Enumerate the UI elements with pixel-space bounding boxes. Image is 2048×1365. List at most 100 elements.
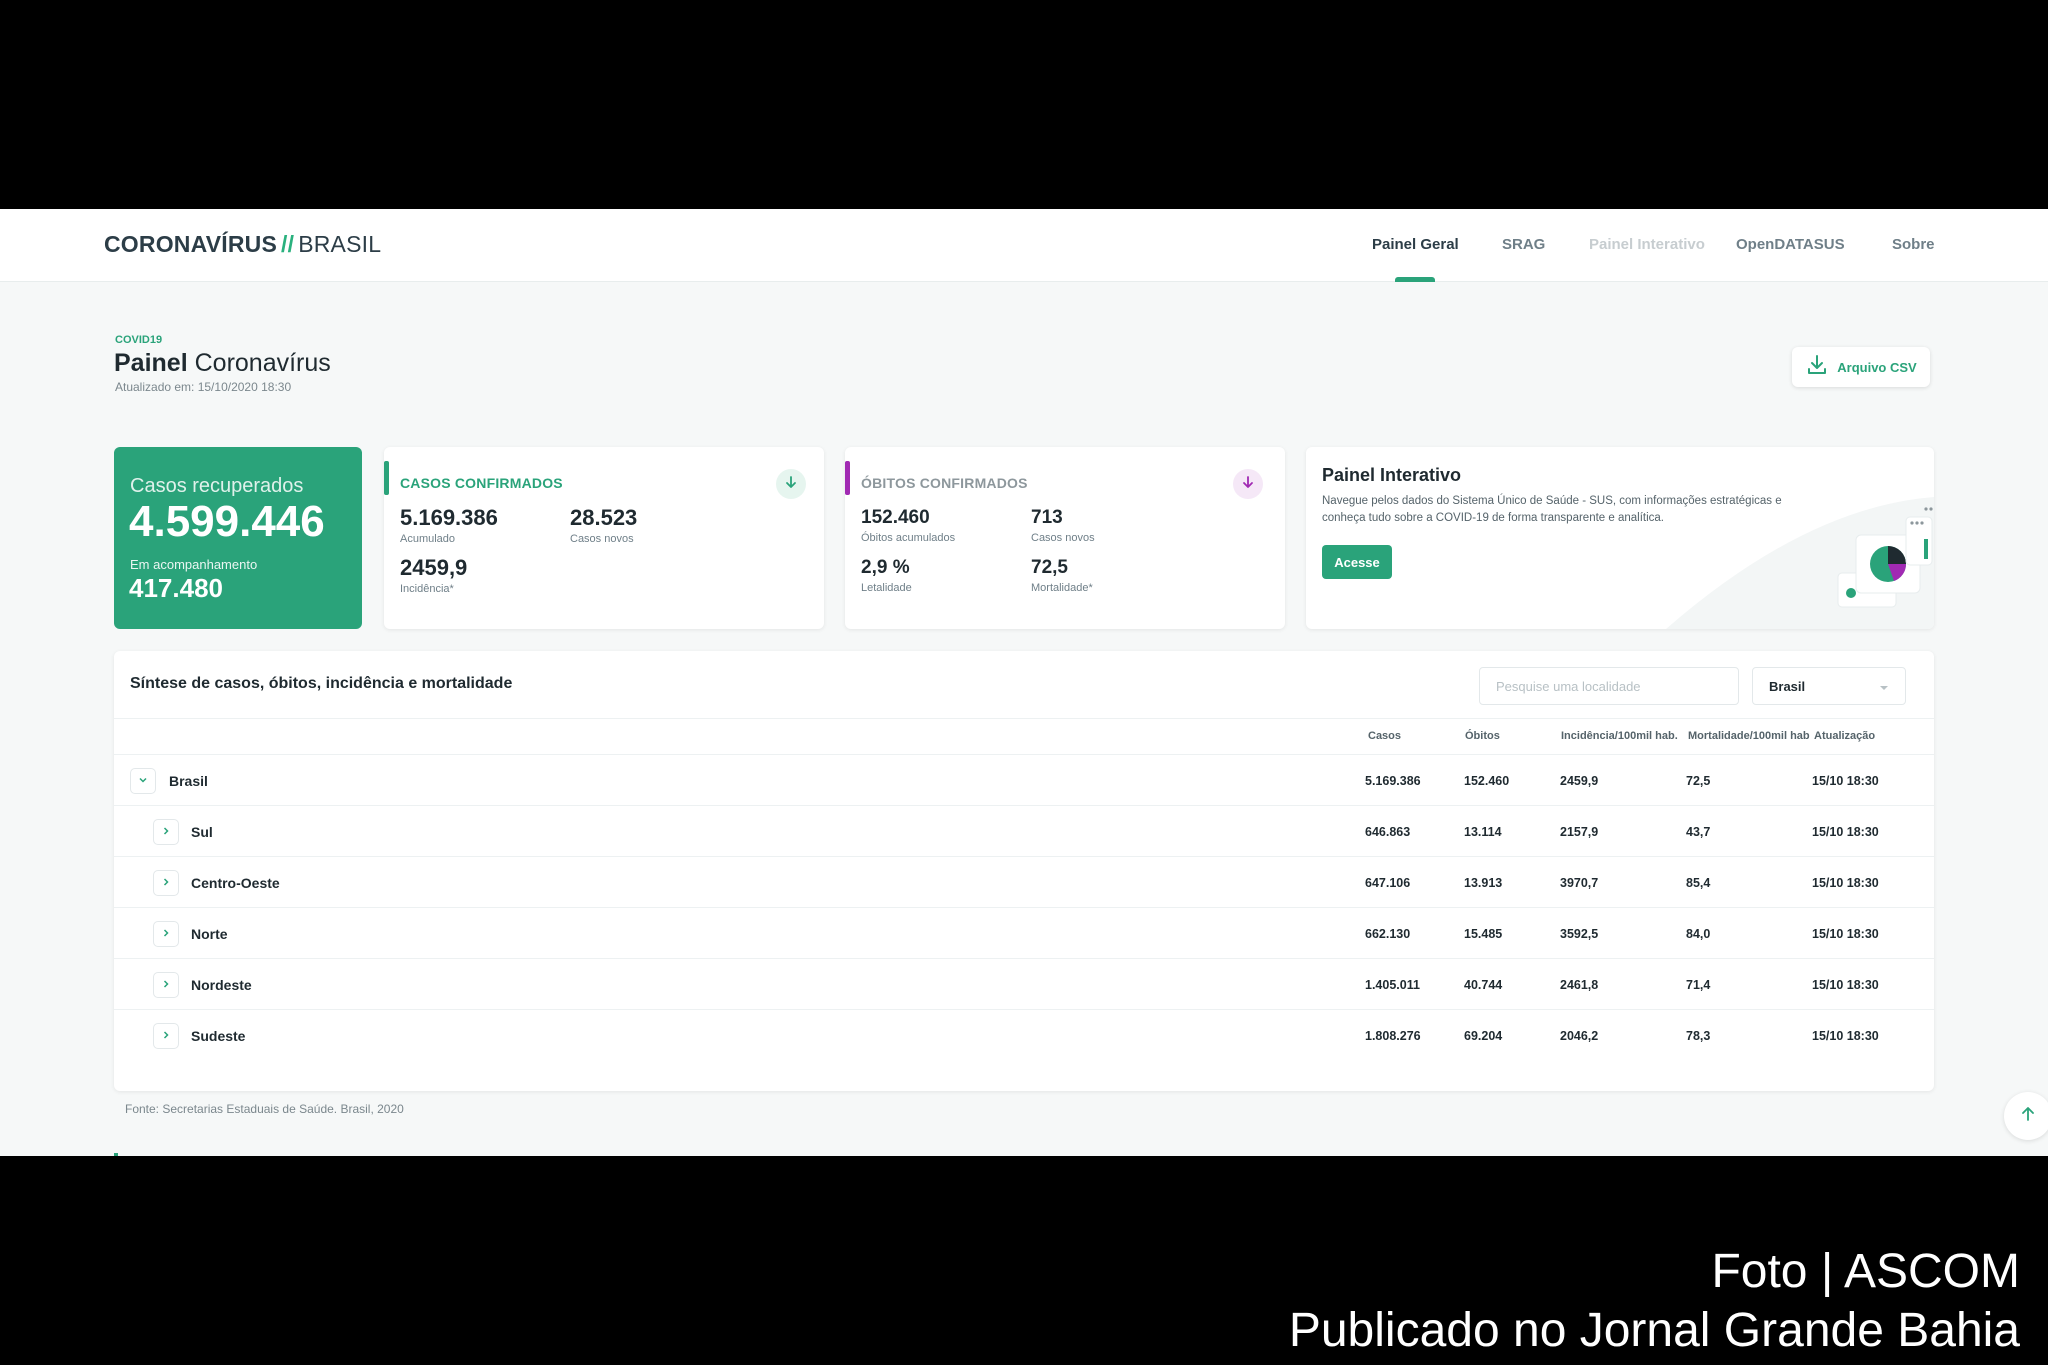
expand-row-button[interactable] [153,972,179,998]
row-mortality: 85,4 [1686,876,1711,890]
deaths-accumulated-label: Óbitos acumulados [861,532,956,544]
page-title: Painel Coronavírus [114,349,331,378]
confirmed-cases-card: CASOS CONFIRMADOS 5.169.386 Acumulado 28… [384,447,824,629]
row-name: Centro-Oeste [191,875,280,891]
summary-table-title: Síntese de casos, óbitos, incidência e m… [130,675,513,692]
table-row[interactable]: Brasil 5.169.386 152.460 2459,9 72,5 15/… [114,755,1934,806]
row-mortality: 84,0 [1686,927,1711,941]
row-name: Sudeste [191,1028,246,1044]
cases-incidence-label: Incidência* [400,583,454,595]
row-cases: 647.106 [1365,876,1411,890]
cases-incidence-value: 2459,9 [400,555,468,580]
chevron-right-icon [161,976,171,994]
row-incidence: 3592,5 [1560,927,1599,941]
deaths-mortality-value: 72,5 [1031,557,1068,578]
site-logo[interactable]: CORONAVÍRUS//BRASIL [104,231,381,258]
deaths-expand-button[interactable] [1233,469,1263,499]
expand-row-button[interactable] [153,1023,179,1049]
logo-slash: // [281,231,295,257]
row-incidence: 2461,8 [1560,978,1599,992]
cases-expand-button[interactable] [776,469,806,499]
nav-opendatasus[interactable]: OpenDATASUS [1736,236,1845,253]
confirmed-deaths-card: ÓBITOS CONFIRMADOS 152.460 Óbitos acumul… [845,447,1285,629]
cases-accent-bar [384,461,389,495]
recovered-label: Casos recuperados [130,475,304,497]
interactive-panel-card: Painel Interativo Navegue pelos dados do… [1306,447,1934,629]
deaths-new-value: 713 [1031,507,1063,528]
row-deaths: 13.913 [1464,876,1503,890]
expand-row-button[interactable] [153,819,179,845]
deaths-accumulated-value: 152.460 [861,507,930,528]
column-header-updated: Atualização [1814,730,1876,742]
row-updated: 15/10 18:30 [1812,876,1879,890]
logo-light: BRASIL [298,231,382,257]
nav-sobre[interactable]: Sobre [1892,236,1935,253]
column-header-cases: Casos [1368,730,1402,742]
scroll-to-top-button[interactable] [2004,1092,2048,1140]
row-deaths: 152.460 [1464,774,1510,788]
row-mortality: 71,4 [1686,978,1711,992]
search-location-input[interactable] [1479,667,1739,705]
chevron-right-icon [161,874,171,892]
cases-new-label: Casos novos [570,533,634,545]
table-row[interactable]: Sul 646.863 13.114 2157,9 43,7 15/10 18:… [114,806,1934,857]
nav-srag[interactable]: SRAG [1502,236,1545,253]
arrow-down-icon [1241,475,1255,494]
row-incidence: 3970,7 [1560,876,1599,890]
row-name: Sul [191,824,213,840]
publication-caption: Publicado no Jornal Grande Bahia [1288,1304,2020,1357]
expand-row-button[interactable] [153,921,179,947]
chevron-down-icon [138,772,148,790]
top-navigation-bar: CORONAVÍRUS//BRASIL Painel Geral SRAG Pa… [0,209,2048,282]
row-updated: 15/10 18:30 [1812,978,1879,992]
logo-bold: CORONAVÍRUS [104,231,278,257]
photo-credit-caption: Foto | ASCOM [1711,1245,2020,1298]
deaths-lethality-value: 2,9 % [861,557,910,578]
column-header-incidence: Incidência/100mil hab. [1561,730,1678,742]
table-row[interactable]: Sudeste 1.808.276 69.204 2046,2 78,3 15/… [114,1010,1934,1061]
row-cases: 1.405.011 [1365,978,1420,992]
download-csv-button[interactable]: Arquivo CSV [1792,347,1930,387]
caret-down-icon [1879,679,1889,694]
row-mortality: 72,5 [1686,774,1711,788]
row-updated: 15/10 18:30 [1812,1029,1879,1043]
last-updated: Atualizado em: 15/10/2020 18:30 [115,380,292,394]
table-divider [114,718,1934,719]
column-header-deaths: Óbitos [1465,730,1500,742]
download-icon [1805,353,1829,382]
dashboard-illustration-icon [1666,497,1934,629]
chevron-right-icon [161,925,171,943]
recovered-value: 4.599.446 [129,497,325,546]
row-updated: 15/10 18:30 [1812,825,1879,839]
table-row[interactable]: Norte 662.130 15.485 3592,5 84,0 15/10 1… [114,908,1934,959]
summary-table-card: Síntese de casos, óbitos, incidência e m… [114,651,1934,1091]
decorative-tick [114,1153,118,1156]
row-name: Nordeste [191,977,252,993]
region-select[interactable]: Brasil [1752,667,1906,705]
cases-new-value: 28.523 [570,505,638,530]
row-cases: 1.808.276 [1365,1029,1421,1043]
table-row[interactable]: Nordeste 1.405.011 40.744 2461,8 71,4 15… [114,959,1934,1010]
row-incidence: 2459,9 [1560,774,1599,788]
cases-accumulated-label: Acumulado [400,533,456,545]
row-deaths: 15.485 [1464,927,1503,941]
nav-painel-geral[interactable]: Painel Geral [1372,236,1459,253]
monitoring-value: 417.480 [129,573,223,603]
arrow-up-icon [2020,1106,2036,1127]
chevron-right-icon [161,823,171,841]
expand-row-button[interactable] [153,870,179,896]
chevron-right-icon [161,1027,171,1045]
row-incidence: 2157,9 [1560,825,1599,839]
nav-painel-interativo[interactable]: Painel Interativo [1589,236,1705,253]
deaths-lethality-label: Letalidade [861,582,912,594]
data-source-note: Fonte: Secretarias Estaduais de Saúde. B… [125,1102,404,1116]
table-row[interactable]: Centro-Oeste 647.106 13.913 3970,7 85,4 … [114,857,1934,908]
row-mortality: 78,3 [1686,1029,1711,1043]
recovered-card: Casos recuperados 4.599.446 Em acompanha… [114,447,362,629]
row-deaths: 13.114 [1464,825,1502,839]
access-button[interactable]: Acesse [1322,545,1392,579]
deaths-mortality-label: Mortalidade* [1031,582,1093,594]
column-header-mortality: Mortalidade/100mil hab [1688,730,1810,742]
row-deaths: 40.744 [1464,978,1503,992]
expand-row-button[interactable] [130,768,156,794]
